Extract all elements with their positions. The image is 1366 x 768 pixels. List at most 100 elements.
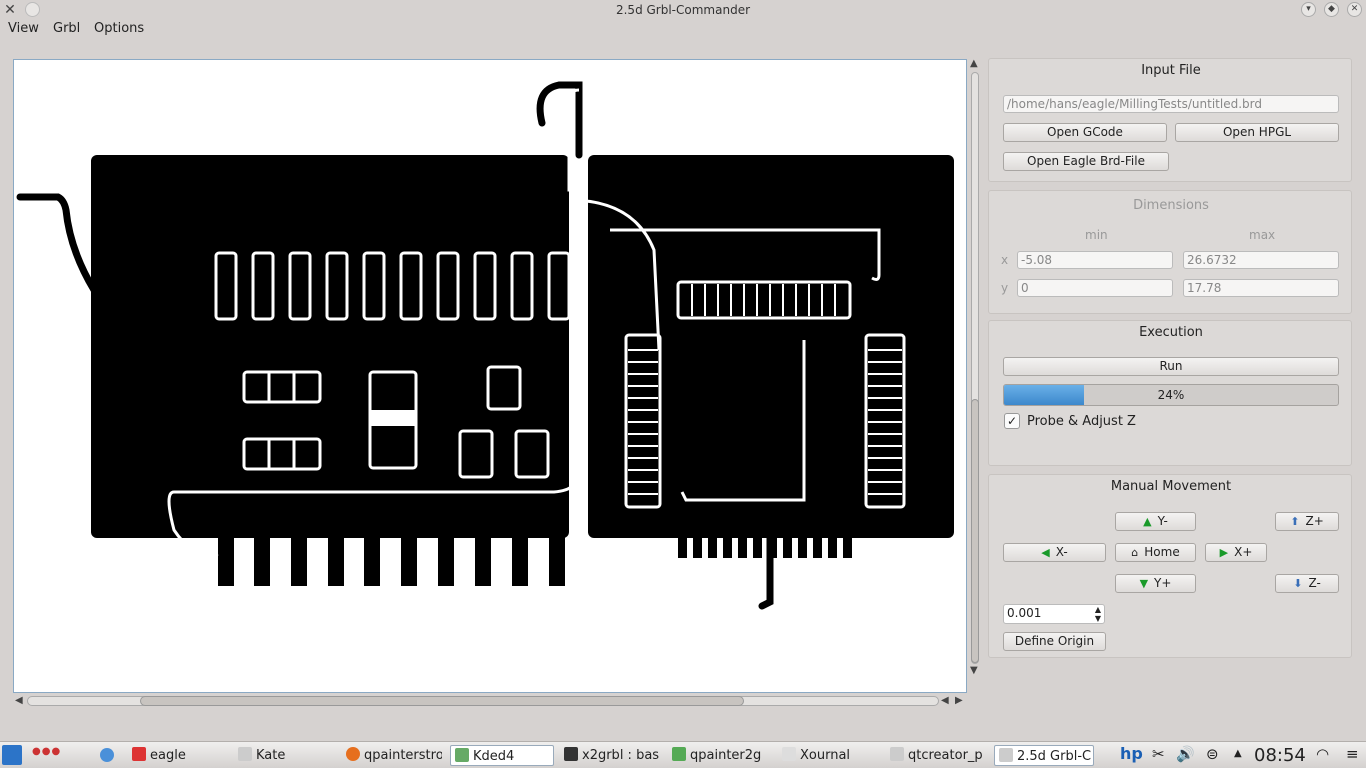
firefox-icon (346, 747, 360, 761)
home-icon: ⌂ (1131, 546, 1139, 559)
task-qpainterstro[interactable]: qpainterstro (342, 745, 442, 766)
eagle-icon (132, 747, 146, 761)
open-gcode-button[interactable]: Open GCode (1003, 123, 1167, 142)
y-max-field: 17.78 (1183, 279, 1339, 297)
step-spinbox[interactable]: 0.001 ▲ ▼ (1003, 604, 1105, 624)
step-value: 0.001 (1007, 606, 1042, 620)
kded-icon (455, 748, 469, 762)
z-minus-button[interactable]: ⬇ Z- (1275, 574, 1339, 593)
x-minus-label: X- (1055, 545, 1068, 559)
task-qtcreator[interactable]: qtcreator_p (886, 745, 986, 766)
z-plus-button[interactable]: ⬆ Z+ (1275, 512, 1339, 531)
volume-icon[interactable]: 🔊 (1176, 745, 1195, 763)
x-plus-button[interactable]: ▶ X+ (1205, 543, 1267, 562)
task-qpainter2g[interactable]: qpainter2g (668, 745, 772, 766)
dimensions-title: Dimensions (1133, 198, 1209, 213)
y-label: y (1001, 281, 1009, 295)
manual-title: Manual Movement (1110, 479, 1232, 494)
task-kate-label: Kate (256, 748, 286, 763)
qtcreator-icon (890, 747, 904, 761)
title-bar: ✕ 2.5d Grbl-Commander ▾ ◆ ✕ (0, 0, 1366, 20)
scroll-down-icon[interactable]: ▼ (970, 666, 978, 676)
y-plus-label: Y+ (1154, 576, 1172, 590)
task-kate[interactable]: Kate (234, 745, 334, 766)
x-minus-button[interactable]: ◀ X- (1003, 543, 1106, 562)
y-min-field: 0 (1017, 279, 1173, 297)
vscroll-thumb[interactable] (971, 399, 979, 663)
kde-start-icon[interactable] (2, 745, 22, 765)
task-kded4[interactable]: Kded4 (450, 745, 554, 766)
arrow-up-icon: ▲ (1143, 515, 1152, 528)
dimensions-group: Dimensions min max x -5.08 26.6732 y 0 1… (988, 190, 1352, 314)
x-label: x (1001, 253, 1009, 267)
task-grbl-commander[interactable]: 2.5d Grbl-C (994, 745, 1094, 766)
define-origin-button[interactable]: Define Origin (1003, 632, 1106, 651)
task-qtcreator-label: qtcreator_p (908, 748, 983, 763)
xournal-icon (782, 747, 796, 761)
menu-view[interactable]: View (8, 21, 39, 36)
open-hpgl-button[interactable]: Open HPGL (1175, 123, 1339, 142)
probe-checkbox[interactable]: ✓ (1004, 413, 1020, 429)
clock: 08:54 (1254, 745, 1306, 766)
tray-expand-icon[interactable]: ▲ (1234, 748, 1242, 759)
left-board (91, 155, 569, 538)
minimize-button[interactable]: ▾ (1301, 2, 1316, 17)
task-eagle[interactable]: eagle (128, 745, 224, 766)
maximize-button[interactable]: ◆ (1324, 2, 1339, 17)
y-plus-button[interactable]: ▼ Y+ (1115, 574, 1196, 593)
right-board (588, 155, 954, 538)
menu-options[interactable]: Options (94, 21, 144, 36)
z-plus-label: Z+ (1305, 514, 1324, 528)
scroll-left-icon[interactable]: ◀ (15, 696, 23, 706)
hp-icon[interactable]: hp (1120, 744, 1143, 763)
x-max-field: 26.6732 (1183, 251, 1339, 269)
z-up-icon: ⬆ (1290, 515, 1300, 528)
progress-bar: 24% (1003, 384, 1339, 406)
scroll-left-icon-2[interactable]: ◀ (941, 696, 949, 706)
run-button[interactable]: Run (1003, 357, 1339, 376)
x-min-field: -5.08 (1017, 251, 1173, 269)
task-xournal[interactable]: Xournal (778, 745, 878, 766)
scissors-icon[interactable]: ✂ (1152, 745, 1165, 763)
close-button[interactable]: ✕ (1347, 2, 1362, 17)
grbl-icon (999, 748, 1013, 762)
trace-left-arm (16, 193, 98, 294)
input-file-group: Input File /home/hans/eagle/MillingTests… (988, 58, 1352, 182)
task-grbl-commander-label: 2.5d Grbl-C (1017, 749, 1092, 764)
home-button[interactable]: ⌂ Home (1115, 543, 1196, 562)
task-qpainter2g-label: qpainter2g (690, 748, 762, 763)
activities-icon[interactable]: ●●● (32, 746, 61, 757)
wifi-icon[interactable]: ◠ (1316, 745, 1329, 763)
z-down-icon: ⬇ (1293, 577, 1303, 590)
y-minus-button[interactable]: ▲ Y- (1115, 512, 1196, 531)
file-path-field[interactable]: /home/hans/eagle/MillingTests/untitled.b… (1003, 95, 1339, 113)
taskbar: ●●● eagle Kate qpainterstro Kded4 x2grbl… (0, 741, 1366, 768)
kate-icon (238, 747, 252, 761)
network-icon[interactable]: ⊜ (1206, 745, 1219, 763)
menu-bar: View Grbl Options (0, 20, 1366, 40)
open-eagle-button[interactable]: Open Eagle Brd-File (1003, 152, 1169, 171)
vertical-scrollbar[interactable]: ▲ ▼ (968, 59, 982, 689)
menu-grbl[interactable]: Grbl (53, 21, 80, 36)
scroll-up-icon[interactable]: ▲ (970, 59, 978, 69)
qt-icon (672, 747, 686, 761)
panel-settings-icon[interactable]: ≡ (1346, 745, 1359, 763)
execution-title: Execution (1139, 325, 1203, 340)
task-qpainterstro-label: qpainterstro (364, 748, 442, 763)
spin-arrows-icon[interactable]: ▲ ▼ (1095, 605, 1101, 623)
window-title: 2.5d Grbl-Commander (615, 3, 751, 17)
trace-bottom-stub (758, 534, 774, 610)
globe-icon[interactable] (100, 748, 114, 762)
task-eagle-label: eagle (150, 748, 186, 763)
scroll-right-icon[interactable]: ▶ (955, 696, 963, 706)
pcb-canvas[interactable] (13, 59, 967, 693)
horizontal-scrollbar[interactable]: ◀ ◀ ▶ (13, 695, 967, 709)
min-label: min (1085, 228, 1108, 242)
trace-top-hook (536, 81, 583, 159)
y-minus-label: Y- (1157, 514, 1168, 528)
task-x2grbl[interactable]: x2grbl : bas (560, 745, 660, 766)
manual-movement-group: Manual Movement ▲ Y- ⬆ Z+ ◀ X- ⌂ Home ▶ X+ ▼ Y… (988, 474, 1352, 658)
hscroll-thumb[interactable] (140, 696, 744, 706)
max-label: max (1249, 228, 1276, 242)
task-x2grbl-label: x2grbl : bas (582, 748, 660, 763)
